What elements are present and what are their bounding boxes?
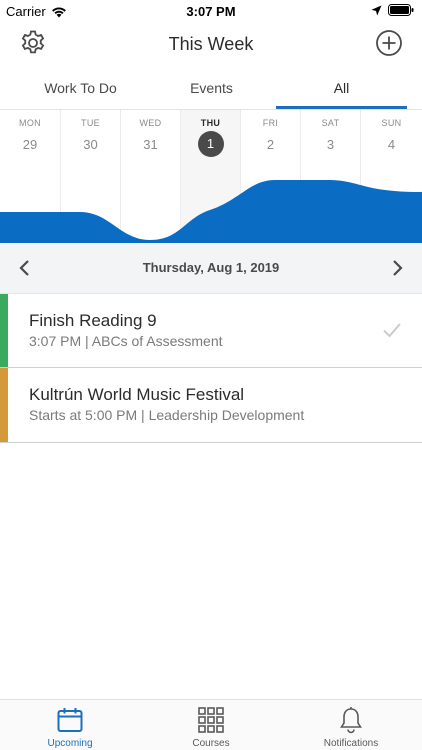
status-bar: Carrier 3:07 PM [0, 0, 422, 22]
tab-label: Notifications [323, 738, 379, 749]
add-icon[interactable] [375, 29, 403, 57]
battery-icon [388, 4, 414, 16]
segment-tabs: Work To Do Events All [0, 72, 422, 110]
date-navigator: Thursday, Aug 1, 2019 [0, 243, 422, 293]
item-title: Kultrún World Music Festival [29, 385, 245, 404]
tab-label: Events [190, 80, 233, 96]
course-color-bar [0, 368, 8, 442]
tab-courses[interactable]: Courses [141, 700, 281, 750]
item-subtitle: 3:07 PM | ABCs of Assessment [29, 333, 223, 349]
course-color-bar [0, 294, 8, 367]
tab-label: All [333, 80, 350, 96]
bottom-tab-bar: Upcoming Courses Notifications [0, 699, 422, 750]
item-subtitle: Starts at 5:00 PM | Leadership Developme… [29, 407, 305, 423]
list-item[interactable]: Finish Reading 9 3:07 PM | ABCs of Asses… [0, 293, 422, 368]
item-title: Finish Reading 9 [29, 311, 157, 330]
tab-active-indicator [276, 106, 407, 109]
checkmark-icon[interactable] [382, 321, 402, 339]
tab-label: Work To Do [44, 80, 117, 96]
status-time: 3:07 PM [186, 4, 236, 19]
nav-bar: This Week [0, 22, 422, 66]
tab-work-to-do[interactable]: Work To Do [14, 72, 147, 110]
tab-all[interactable]: All [276, 72, 407, 110]
agenda-list: Finish Reading 9 3:07 PM | ABCs of Asses… [0, 293, 422, 443]
grid-icon [198, 707, 224, 733]
tab-events[interactable]: Events [145, 72, 278, 110]
location-arrow-icon [371, 5, 382, 15]
week-strip: MON 29 TUE 30 WED 31 THU 1 FRI 2 SAT 3 S… [0, 110, 422, 243]
page-title: This Week [168, 34, 254, 54]
tab-label: Upcoming [47, 738, 93, 749]
calendar-icon [57, 708, 83, 732]
chevron-right-icon[interactable] [388, 259, 406, 277]
list-item[interactable]: Kultrún World Music Festival Starts at 5… [0, 368, 422, 443]
selected-date-label: Thursday, Aug 1, 2019 [142, 260, 280, 275]
tab-label: Courses [192, 738, 230, 749]
tab-upcoming[interactable]: Upcoming [0, 700, 140, 750]
status-right [371, 4, 414, 16]
tab-notifications[interactable]: Notifications [281, 700, 421, 750]
workload-wave [0, 180, 422, 243]
bell-icon [340, 707, 362, 734]
